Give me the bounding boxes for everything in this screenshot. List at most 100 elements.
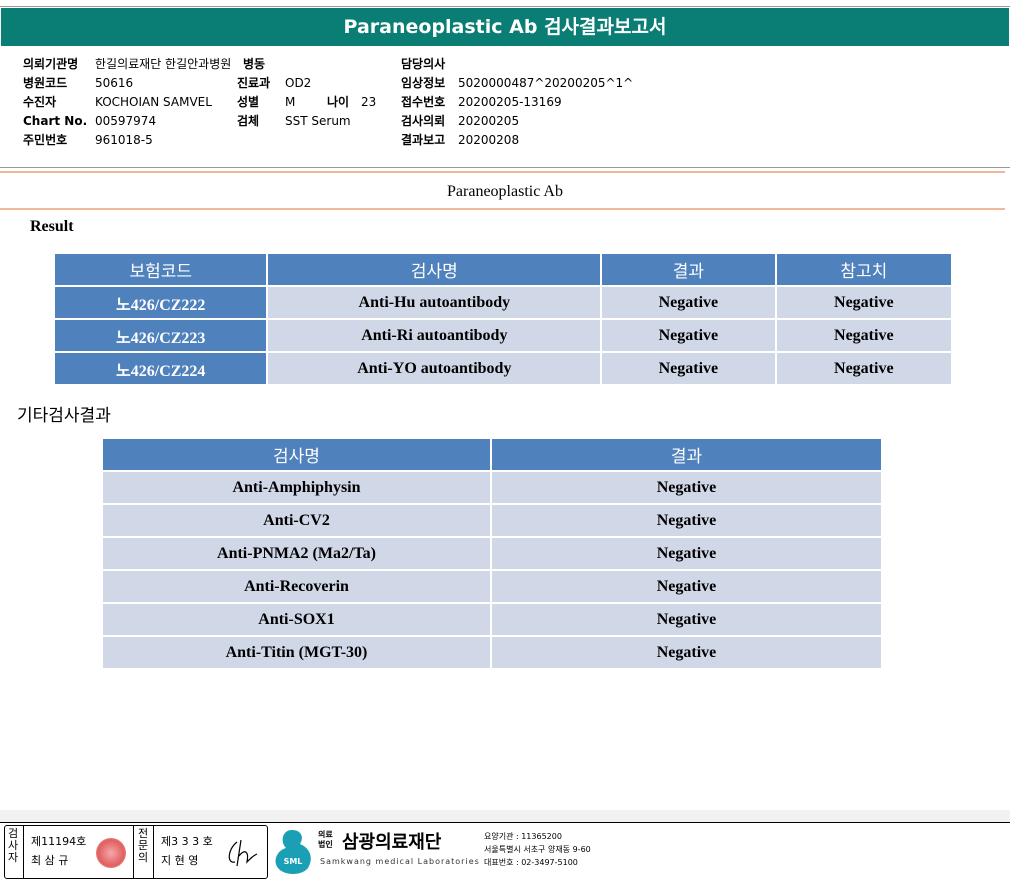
insurance-code-cell: 노426/CZ222 (55, 287, 267, 318)
result-cell: Negative (491, 505, 881, 536)
age-label: 나이 (327, 95, 350, 109)
info-value: 20200205 (458, 114, 520, 128)
result-cell: Negative (602, 320, 775, 351)
test-name-cell: Anti-Amphiphysin (103, 472, 490, 503)
info-label: 담당의사 (401, 57, 446, 71)
table-row: 노426/CZ222 Anti-Hu autoantibody Negative… (55, 287, 951, 318)
footer-band (0, 810, 1010, 822)
specimen-value: SST Serum (285, 114, 351, 128)
table-row: 노426/CZ223 Anti-Ri autoantibody Negative… (55, 320, 951, 351)
sml-logo-icon: SML (275, 830, 311, 874)
info-label: 임상정보 (401, 76, 446, 90)
logo-small-line: 의료 (318, 830, 333, 839)
test-name-cell: Anti-Recoverin (103, 571, 490, 602)
column-header: 결과 (491, 439, 881, 470)
signature-image (228, 839, 258, 867)
test-name-cell: Anti-PNMA2 (Ma2/Ta) (103, 538, 490, 569)
info-value: 20200205-13169 (458, 95, 562, 109)
signature-box: 검사자 제11194호 최 삼 규 전문의 제3 3 3 호 지 현 영 (4, 825, 268, 879)
etc-heading: 기타검사결과 (17, 406, 111, 426)
result-cell: Negative (491, 538, 881, 569)
tester-license: 제11194호 (31, 835, 87, 848)
table-row: Anti-PNMA2 (Ma2/Ta) Negative (103, 538, 881, 569)
result-heading: Result (30, 218, 74, 235)
institution-phone: 대표번호 : 02-3497-5100 (484, 858, 578, 867)
footer-divider (0, 822, 1010, 823)
sex-label: 성별 (237, 95, 260, 109)
specimen-label: 검체 (237, 114, 260, 128)
column-header: 결과 (602, 254, 775, 285)
section-title: Paraneoplastic Ab (447, 183, 563, 200)
info-label: Chart No. (23, 114, 88, 128)
logo-english-name: Samkwang medical Laboratories (320, 857, 480, 866)
specialist-label: 전문의 (137, 827, 149, 864)
patient-info-mid: 병동 진료과 OD2 성별 M 나이 23 검체 SST Serum (237, 55, 397, 131)
column-header: 검사명 (103, 439, 490, 470)
report-title: Paraneoplastic Ab 검사결과보고서 (1, 8, 1009, 46)
result-cell: Negative (491, 604, 881, 635)
specialist-license: 제3 3 3 호 (161, 835, 213, 848)
dept-value: OD2 (285, 76, 312, 90)
institution-code: 요양기관 : 11365200 (484, 832, 562, 841)
institution-info: 요양기관 : 11365200 서울특별시 서초구 양재동 9-60 대표번호 … (484, 830, 591, 869)
patient-info-right: 담당의사 임상정보 5020000487^20200205^1^ 접수번호 2020… (401, 55, 661, 150)
result-cell: Negative (491, 472, 881, 503)
column-header: 보험코드 (55, 254, 267, 285)
divider (0, 171, 1005, 173)
tester-name: 최 삼 규 (31, 854, 69, 867)
divider (23, 826, 24, 878)
column-header: 검사명 (268, 254, 601, 285)
test-name-cell: Anti-Hu autoantibody (268, 287, 601, 318)
info-value: 961018-5 (95, 133, 153, 147)
result-cell: Negative (491, 571, 881, 602)
etc-table: 검사명 결과 Anti-Amphiphysin Negative Anti-CV2… (101, 437, 883, 670)
result-cell: Negative (491, 637, 881, 668)
table-row: Anti-CV2 Negative (103, 505, 881, 536)
result-cell: Negative (602, 287, 775, 318)
logo-corp-label: 의료 법인 (318, 830, 333, 850)
table-header-row: 보험코드 검사명 결과 참고치 (55, 254, 951, 285)
info-value: 5020000487^20200205^1^ (458, 76, 634, 90)
info-label: 접수번호 (401, 95, 446, 109)
tester-label: 검사자 (7, 827, 19, 864)
reference-cell: Negative (776, 287, 951, 318)
table-row: Anti-SOX1 Negative (103, 604, 881, 635)
info-value: 20200208 (458, 133, 520, 147)
table-row: Anti-Titin (MGT-30) Negative (103, 637, 881, 668)
logo-name: 삼광의료재단 (342, 832, 442, 853)
dept-label: 진료과 (237, 76, 271, 90)
info-label: 병원코드 (23, 76, 68, 90)
table-row: 노426/CZ224 Anti-YO autoantibody Negative… (55, 353, 951, 384)
info-value: 00597974 (95, 114, 157, 128)
official-seal (96, 838, 126, 868)
specialist-name: 지 현 영 (161, 854, 199, 867)
result-table: 보험코드 검사명 결과 참고치 노426/CZ222 Anti-Hu autoa… (53, 252, 953, 386)
info-label: 주민번호 (23, 133, 68, 147)
test-name-cell: Anti-Ri autoantibody (268, 320, 601, 351)
info-label: 검사의뢰 (401, 114, 446, 128)
divider (133, 826, 134, 878)
reference-cell: Negative (776, 353, 951, 384)
info-label: 결과보고 (401, 133, 446, 147)
institution-address: 서울특별시 서초구 양재동 9-60 (484, 845, 591, 854)
info-value: 한길의료재단 한길안과병원 (95, 57, 232, 71)
test-name-cell: Anti-YO autoantibody (268, 353, 601, 384)
sex-value: M (285, 95, 296, 109)
table-row: Anti-Recoverin Negative (103, 571, 881, 602)
table-header-row: 검사명 결과 (103, 439, 881, 470)
reference-cell: Negative (776, 320, 951, 351)
logo-mark-text: SML (284, 857, 303, 866)
info-label: 수진자 (23, 95, 57, 109)
patient-info-left: 의뢰기관명 한길의료재단 한길안과병원 병원코드 50616 수진자 KOCHOIAN… (23, 55, 243, 150)
test-name-cell: Anti-Titin (MGT-30) (103, 637, 490, 668)
logo-small-line: 법인 (318, 840, 333, 849)
result-cell: Negative (602, 353, 775, 384)
info-label: 의뢰기관명 (23, 57, 79, 71)
column-header: 참고치 (776, 254, 951, 285)
insurance-code-cell: 노426/CZ223 (55, 320, 267, 351)
ward-label: 병동 (243, 57, 266, 71)
divider (153, 826, 154, 878)
test-name-cell: Anti-SOX1 (103, 604, 490, 635)
table-row: Anti-Amphiphysin Negative (103, 472, 881, 503)
divider (0, 208, 1005, 210)
